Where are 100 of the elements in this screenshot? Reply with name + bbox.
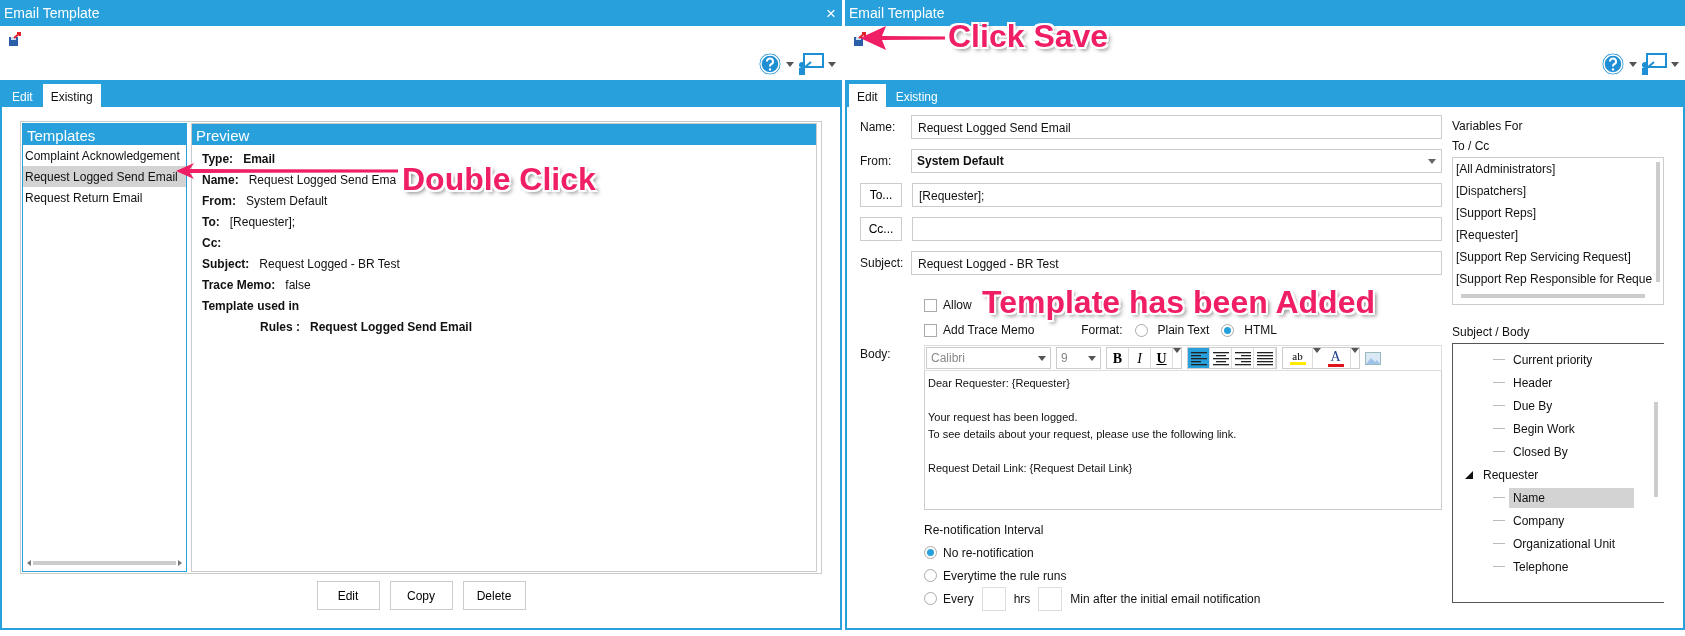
annotation-text: Template has been Added — [982, 286, 1375, 318]
checkbox[interactable] — [924, 323, 937, 337]
action-button[interactable]: Edit — [316, 581, 380, 610]
list-item[interactable]: Complaint Acknowledgement — [23, 145, 186, 166]
to-button[interactable]: To... — [860, 183, 902, 207]
list-item[interactable]: [Support Rep Servicing Request] — [1456, 248, 1660, 270]
align-button[interactable] — [1254, 348, 1276, 368]
action-button[interactable]: Copy — [389, 581, 453, 610]
radio-label: HTML — [1244, 322, 1277, 339]
field-value: [Requester]; — [229, 215, 296, 229]
name-field[interactable]: Request Logged Send Email — [911, 115, 1442, 139]
caret-icon[interactable] — [1038, 355, 1046, 361]
list-item[interactable]: Request Return Email — [23, 187, 186, 208]
window-title: Email Template — [849, 3, 945, 23]
tree-item[interactable]: Organizational Unit — [1509, 533, 1620, 554]
cc-field[interactable] — [912, 217, 1442, 241]
number-field[interactable] — [981, 586, 1006, 611]
help-icon[interactable] — [1601, 52, 1625, 76]
checkbox-label: Allow — [943, 297, 972, 314]
help-icon[interactable] — [758, 52, 782, 76]
field-label: Subject: — [860, 255, 905, 272]
scrollbar[interactable] — [1656, 162, 1660, 282]
tree-item[interactable]: Due By — [1509, 395, 1557, 416]
collapse-arrow-icon[interactable] — [1465, 470, 1473, 479]
window-title: Email Template — [4, 3, 100, 23]
list-header: Templates — [23, 124, 186, 145]
annotation-text: Double Click — [402, 163, 596, 195]
list-item[interactable]: [Support Rep Responsible for Reque — [1456, 270, 1660, 292]
action-button[interactable]: Delete — [462, 581, 526, 610]
from-dropdown[interactable]: System Default — [911, 149, 1442, 173]
section-label: Subject / Body — [1452, 324, 1531, 341]
body-editor[interactable]: Dear Requester: {Requester} Your request has been logged. To see details about your request, please use the following link. Request Detail Link: {Request Detail Link} — [924, 371, 1442, 510]
list-item[interactable]: [Requester] — [1456, 226, 1660, 248]
radio-button[interactable] — [924, 592, 937, 605]
list-item[interactable]: [All Administrators] — [1456, 160, 1660, 182]
field-label: Body: — [860, 346, 892, 363]
align-icon — [1189, 350, 1208, 366]
section-label: Variables For — [1452, 118, 1524, 135]
caret-icon[interactable] — [828, 61, 836, 67]
to-field[interactable]: [Requester]; — [912, 183, 1442, 207]
tree-item[interactable]: Header — [1509, 372, 1557, 393]
caret-icon[interactable] — [1088, 355, 1096, 361]
list-item[interactable]: Request Logged Send Email — [23, 166, 186, 187]
font-dropdown[interactable]: Calibri — [926, 347, 1051, 369]
tree-item[interactable]: Current priority — [1509, 349, 1597, 370]
panel-header: Preview — [192, 124, 816, 145]
tab[interactable]: Edit — [849, 84, 886, 107]
format-label: Format: — [1081, 322, 1123, 339]
tree-item[interactable]: Requester — [1479, 464, 1543, 485]
radio-button[interactable] — [1221, 323, 1235, 337]
tab[interactable]: Existing — [42, 84, 101, 107]
caret-icon[interactable] — [786, 61, 794, 67]
align-icon — [1255, 350, 1274, 366]
scrollbar[interactable] — [1461, 294, 1645, 298]
radio-label: Every — [943, 590, 974, 608]
align-button[interactable] — [1188, 348, 1210, 368]
presenter-icon[interactable] — [798, 53, 824, 75]
field-value: Request Logged - BR Test — [259, 257, 400, 271]
caret-icon[interactable] — [1629, 61, 1637, 67]
image-icon[interactable] — [1365, 351, 1381, 365]
unit-label: Min after the initial email notification — [1070, 590, 1261, 608]
caret-icon[interactable] — [1351, 348, 1359, 353]
tree-item[interactable]: Name — [1509, 487, 1634, 508]
scrollbar[interactable] — [1654, 402, 1658, 497]
field-value: false — [285, 278, 311, 292]
caret-icon[interactable] — [1671, 61, 1679, 67]
radio-button[interactable] — [924, 569, 937, 582]
radio-button[interactable] — [924, 546, 937, 559]
field-label: Name: — [202, 173, 239, 187]
field-label: Rules : — [260, 320, 300, 334]
size-dropdown[interactable]: 9 — [1056, 347, 1101, 369]
list-item[interactable]: [Support Reps] — [1456, 204, 1660, 226]
caret-icon[interactable] — [1173, 348, 1181, 353]
unit-label: hrs — [1013, 590, 1031, 608]
field-value: System Default — [246, 194, 328, 208]
tree-item[interactable]: Begin Work — [1509, 418, 1579, 439]
section-label: Template used in — [202, 299, 300, 313]
presenter-icon[interactable] — [1641, 53, 1667, 75]
radio-label: Plain Text — [1157, 322, 1210, 339]
align-icon — [1233, 350, 1252, 366]
checkbox[interactable] — [924, 298, 937, 312]
tree-item[interactable]: Telephone — [1509, 556, 1573, 577]
field-label: To: — [202, 215, 220, 229]
field-label: Subject: — [202, 257, 250, 271]
cc-button[interactable]: Cc... — [860, 217, 902, 241]
tree-item[interactable]: Company — [1509, 510, 1569, 531]
caret-icon[interactable] — [1313, 348, 1321, 353]
section-label: To / Cc — [1452, 138, 1491, 155]
radio-button[interactable] — [1134, 323, 1148, 337]
field-label: Cc: — [202, 236, 222, 250]
tree-item[interactable]: Closed By — [1509, 441, 1572, 462]
align-button[interactable] — [1210, 348, 1232, 368]
align-button[interactable] — [1232, 348, 1254, 368]
field-value: Email — [243, 152, 276, 166]
number-field[interactable] — [1038, 586, 1063, 611]
list-item[interactable]: [Dispatchers] — [1456, 182, 1660, 204]
annotation-text: Click Save — [948, 20, 1109, 52]
radio-label: No re-notification — [943, 544, 1034, 562]
subject-field[interactable]: Request Logged - BR Test — [911, 251, 1442, 275]
save-icon[interactable] — [8, 32, 22, 46]
